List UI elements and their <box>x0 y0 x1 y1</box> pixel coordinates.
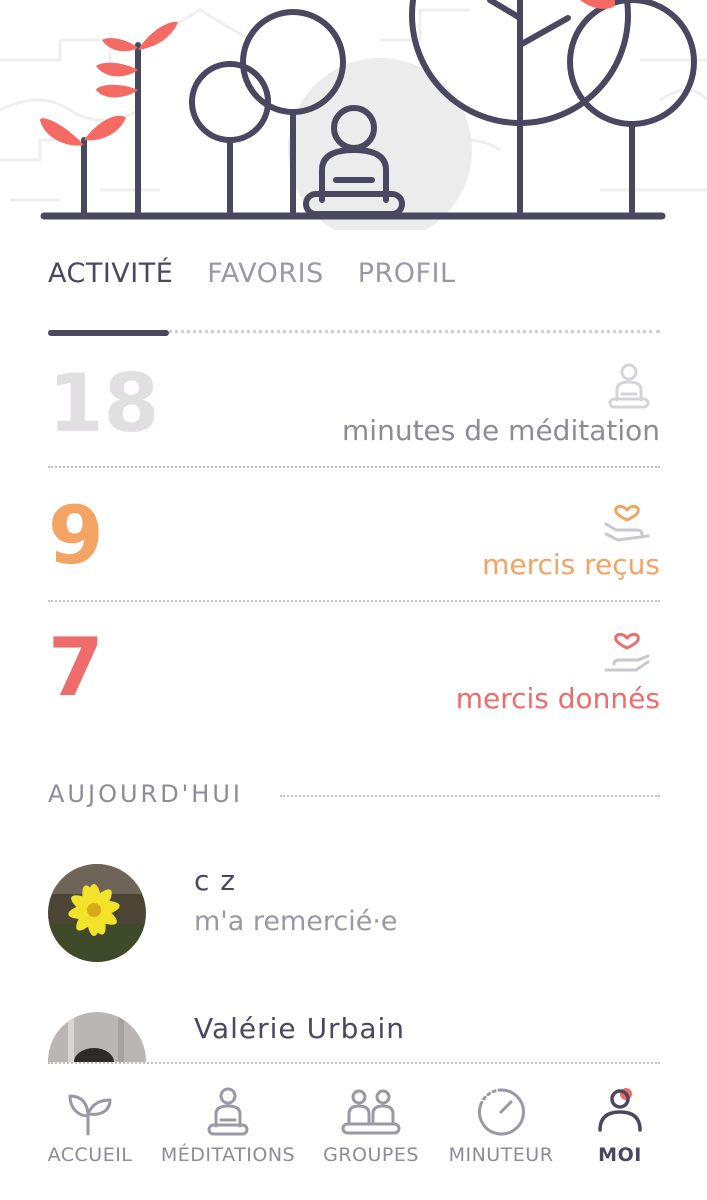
nav-label: ACCUEIL <box>47 1144 133 1166</box>
stat-donnes-label: mercis donnés <box>455 682 660 715</box>
flower-avatar[interactable] <box>48 864 146 962</box>
nav-label: MÉDITATIONS <box>160 1144 296 1166</box>
nav-minuteur[interactable]: MINUTEUR <box>446 1084 556 1166</box>
nav-label: GROUPES <box>323 1144 419 1166</box>
meditation-icon <box>207 1087 249 1136</box>
nav-label: MINUTEUR <box>448 1144 554 1166</box>
activity-user-name[interactable]: Valérie Urbain <box>194 1012 405 1045</box>
separator <box>48 466 660 468</box>
tab-active-indicator <box>48 330 169 336</box>
stat-minutes-value: 18 <box>48 357 160 450</box>
user-icon <box>598 1088 642 1132</box>
section-divider <box>280 795 660 797</box>
stat-recus-value: 9 <box>48 489 104 582</box>
bottom-navigation: ACCUEIL MÉDITATIONS GROUPES MINUTEUR MOI <box>0 1062 707 1200</box>
nav-label: MOI <box>598 1144 642 1166</box>
tab-profil[interactable]: PROFIL <box>358 258 456 289</box>
nav-moi[interactable]: MOI <box>582 1084 658 1166</box>
activity-user-name[interactable]: c z <box>194 864 236 897</box>
meditation-trees-illustration <box>0 0 707 230</box>
section-title-today: AUJOURD'HUI <box>48 780 243 808</box>
meditation-icon <box>608 363 650 409</box>
activity-action-text: m'a remercié·e <box>194 906 398 937</box>
nav-groupes[interactable]: GROUPES <box>318 1084 424 1166</box>
nav-divider <box>48 1062 660 1064</box>
stat-mercis-donnes: 7 mercis donnés <box>48 621 660 746</box>
sprout-icon <box>68 1094 112 1136</box>
activity-item[interactable]: c z m'a remercié·e <box>48 864 660 974</box>
tab-favoris[interactable]: FAVORIS <box>207 258 323 289</box>
nav-meditations[interactable]: MÉDITATIONS <box>160 1084 296 1166</box>
heart-hand-given-icon <box>604 632 650 672</box>
group-icon <box>341 1089 401 1135</box>
heart-hand-received-icon <box>604 504 650 542</box>
stat-minutes: 18 minutes de méditation <box>48 357 660 482</box>
stat-recus-label: mercis reçus <box>482 548 660 581</box>
stat-mercis-recus: 9 mercis reçus <box>48 489 660 614</box>
stat-minutes-label: minutes de méditation <box>342 414 660 447</box>
timer-icon <box>478 1088 525 1136</box>
separator <box>48 600 660 602</box>
profile-tabs: ACTIVITÉ FAVORIS PROFIL <box>48 258 456 289</box>
hero-illustration <box>0 0 707 230</box>
stat-donnes-value: 7 <box>48 621 104 714</box>
tab-activite[interactable]: ACTIVITÉ <box>48 258 173 289</box>
nav-accueil[interactable]: ACCUEIL <box>40 1084 140 1166</box>
